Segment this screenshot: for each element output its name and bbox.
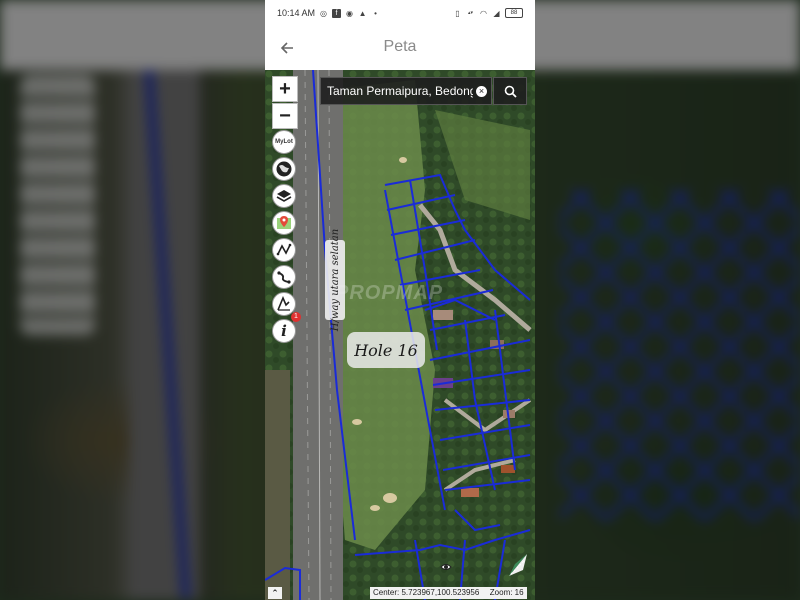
close-icon: ×: [478, 86, 485, 96]
search-box: ×: [320, 77, 492, 105]
search-icon: [504, 85, 517, 98]
eye-icon: [440, 564, 452, 570]
watermark: PROPMAP: [335, 282, 444, 304]
vibrate-icon: ▯: [455, 8, 460, 18]
messenger-icon: ◉: [346, 8, 354, 18]
signal-icon: ◢: [493, 8, 500, 18]
map-coordinates-readout: Center: 5.723967,100.523956 Zoom: 16: [370, 587, 527, 599]
phone-screen: 10:14 AM ◎ f ◉ ▲ • ▯ ▴▾ ◠ ◢ 88 Peta PROP…: [265, 0, 535, 600]
warning-icon: ▲: [358, 8, 367, 18]
search-input[interactable]: [327, 84, 473, 98]
info-button[interactable]: i: [272, 319, 296, 343]
battery-level: 88: [510, 10, 518, 16]
pen-icon: [277, 296, 290, 311]
zoom-in-button[interactable]: +: [272, 76, 298, 102]
status-bar: 10:14 AM ◎ f ◉ ▲ • ▯ ▴▾ ◠ ◢ 88: [265, 0, 535, 26]
location-button[interactable]: [272, 211, 296, 235]
measure-icon: [276, 243, 292, 256]
route-icon: [277, 271, 291, 284]
caret-up-icon: ⌃: [271, 588, 279, 598]
page-title: Peta: [383, 38, 417, 55]
facebook-icon: f: [332, 8, 342, 18]
map-zoom-text: Zoom: 16: [489, 588, 524, 597]
dot-icon: •: [374, 8, 377, 18]
compass-icon[interactable]: [505, 550, 531, 580]
app-bar: Peta: [265, 26, 535, 70]
whatsapp-icon: ◎: [320, 8, 328, 18]
status-time: 10:14 AM: [277, 8, 316, 18]
globe-icon: [276, 161, 292, 177]
map-pin-icon: [277, 216, 291, 229]
notification-badge: 1: [291, 312, 301, 322]
collapse-button[interactable]: ⌃: [268, 587, 282, 599]
globe-button[interactable]: [272, 157, 296, 181]
highway-label: H/way utara selatan: [325, 229, 345, 331]
golf-hole-label: Hole 16: [347, 332, 425, 368]
battery-icon: 88: [505, 8, 523, 18]
mylot-button[interactable]: MyLot: [272, 130, 296, 154]
layers-icon: [276, 190, 292, 202]
wifi-icon: ◠: [480, 8, 487, 18]
measure-button[interactable]: [272, 238, 296, 262]
clear-search-button[interactable]: ×: [476, 86, 487, 97]
map-view[interactable]: PROPMAP + − MyLot i 1 Taman Permaipura, …: [265, 70, 535, 600]
route-button[interactable]: [272, 265, 296, 289]
layers-button[interactable]: [272, 184, 296, 208]
zoom-out-button[interactable]: −: [272, 103, 298, 129]
data-speed-icon: ▴▾: [467, 9, 474, 16]
search-button[interactable]: [493, 77, 527, 105]
map-center-text: Center: 5.723967,100.523956: [373, 588, 480, 597]
